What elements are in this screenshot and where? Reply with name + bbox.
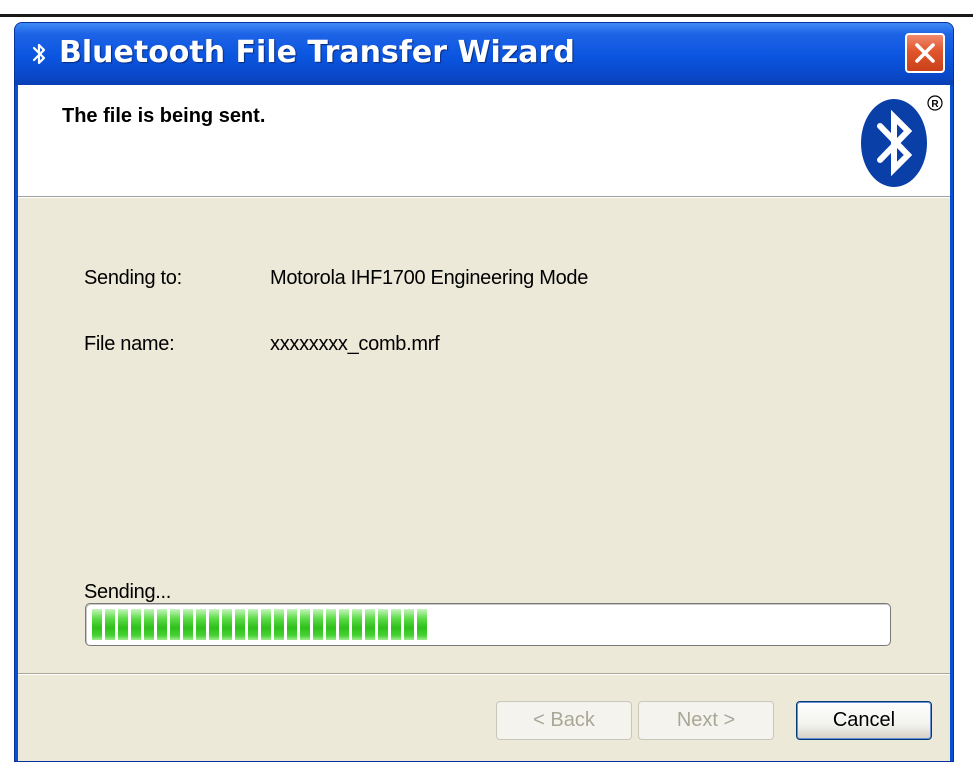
bluetooth-logo-icon: R [861, 95, 943, 187]
progress-segment [378, 609, 388, 640]
progress-segment [235, 609, 245, 640]
progress-segment [352, 609, 362, 640]
header-divider [18, 197, 950, 198]
progress-segment [222, 609, 232, 640]
bluetooth-icon [32, 43, 46, 65]
wizard-body: The file is being sent. R Sending to: Mo… [18, 85, 950, 761]
progress-bar [85, 603, 891, 646]
wizard-header: The file is being sent. R [18, 85, 950, 197]
progress-segment [365, 609, 375, 640]
sending-to-label: Sending to: [84, 267, 182, 289]
file-name-label: File name: [84, 333, 175, 355]
svg-text:R: R [931, 99, 939, 110]
window-title: Bluetooth File Transfer Wizard [59, 35, 575, 70]
progress-segment [248, 609, 258, 640]
progress-segment [417, 609, 427, 640]
progress-segment [287, 609, 297, 640]
title-bar[interactable]: Bluetooth File Transfer Wizard [15, 23, 953, 85]
progress-segment [183, 609, 193, 640]
progress-segment [313, 609, 323, 640]
progress-segment [209, 609, 219, 640]
wizard-window: Bluetooth File Transfer Wizard The file … [14, 22, 954, 762]
progress-fill [92, 609, 427, 640]
progress-segment [300, 609, 310, 640]
top-rule [0, 14, 973, 17]
progress-segment [326, 609, 336, 640]
back-button[interactable]: < Back [496, 701, 632, 740]
close-icon [915, 43, 935, 63]
progress-status-label: Sending... [84, 581, 172, 603]
progress-segment [261, 609, 271, 640]
progress-segment [157, 609, 167, 640]
progress-segment [131, 609, 141, 640]
file-name-value: xxxxxxxx_comb.mrf [270, 333, 440, 355]
progress-segment [170, 609, 180, 640]
progress-segment [274, 609, 284, 640]
sending-to-value: Motorola IHF1700 Engineering Mode [270, 267, 589, 289]
page-title: The file is being sent. [62, 105, 266, 127]
progress-segment [339, 609, 349, 640]
cancel-button[interactable]: Cancel [796, 701, 932, 740]
progress-segment [105, 609, 115, 640]
next-button[interactable]: Next > [638, 701, 774, 740]
progress-segment [196, 609, 206, 640]
progress-segment [92, 609, 102, 640]
progress-segment [144, 609, 154, 640]
progress-segment [404, 609, 414, 640]
close-button[interactable] [905, 33, 945, 73]
progress-segment [118, 609, 128, 640]
footer-divider-highlight [18, 674, 950, 675]
progress-segment [391, 609, 401, 640]
